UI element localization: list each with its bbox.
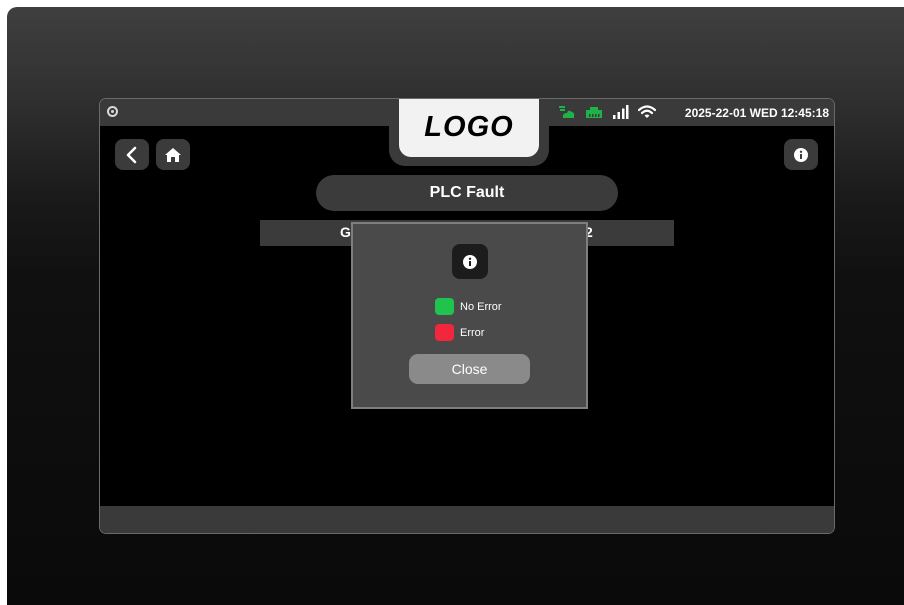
home-button[interactable] [156,139,190,170]
info-icon [794,147,808,162]
legend-label: No Error [460,300,502,313]
home-icon [165,147,181,162]
legend-item-no-error: No Error [435,298,502,315]
info-button[interactable] [784,139,818,170]
status-icons [558,104,656,120]
datetime-label: 2025-22-01 WED 12:45:18 [684,106,829,120]
cloud-sync-icon [559,106,575,118]
green-status-swatch [435,298,454,315]
wifi-icon [638,105,656,118]
back-button[interactable] [115,139,149,170]
ethernet-icon [586,107,602,118]
hmi-screen: 2025-22-01 WED 12:45:18 LOGO PLC Fault G… [99,98,835,534]
device-frame: 2025-22-01 WED 12:45:18 LOGO PLC Fault G… [7,7,904,605]
chevron-left-icon [126,146,137,163]
red-status-swatch [435,324,454,341]
dialog-info-badge [452,244,488,279]
close-button[interactable]: Close [409,354,530,384]
info-icon [463,254,477,269]
page-title: PLC Fault [316,175,618,211]
legend-label: Error [460,326,485,339]
logo-tab: LOGO [389,99,549,166]
logo: LOGO [399,99,539,157]
bottom-bar [100,506,834,533]
table-header-left: G [340,224,351,240]
legend-dialog: No Error Error Close [351,222,588,409]
camera-icon [107,106,118,117]
legend-item-error: Error [435,324,484,341]
signal-bars-icon [613,105,629,119]
